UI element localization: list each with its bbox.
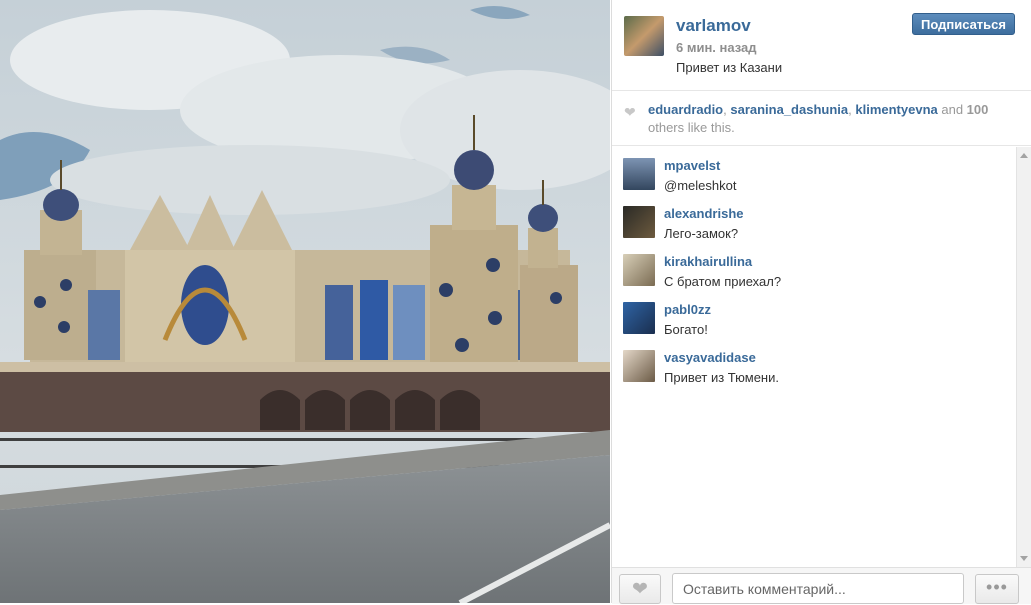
ellipsis-icon: ••• bbox=[986, 577, 1008, 597]
heart-icon: ❤ bbox=[632, 579, 648, 600]
comment-text: Привет из Тюмени. bbox=[664, 370, 779, 385]
follow-button[interactable]: Подписаться bbox=[911, 13, 1015, 35]
commenter-avatar[interactable] bbox=[623, 254, 655, 286]
scroll-down-icon[interactable] bbox=[1020, 556, 1028, 561]
like-button[interactable]: ❤ bbox=[619, 574, 661, 604]
commenter-avatar[interactable] bbox=[623, 350, 655, 382]
more-options-button[interactable]: ••• bbox=[975, 574, 1019, 604]
comment-item: kirakhairullina С братом приехал? bbox=[612, 243, 1017, 291]
scroll-up-icon[interactable] bbox=[1020, 153, 1028, 158]
likes-summary: ❤ eduardradio, saranina_dashunia, klimen… bbox=[612, 91, 1031, 146]
comment-text: Лего-замок? bbox=[664, 226, 739, 241]
post-timestamp: 6 мин. назад bbox=[676, 40, 757, 55]
author-avatar[interactable] bbox=[624, 16, 664, 56]
commenter-username[interactable]: pabl0zz bbox=[664, 302, 711, 317]
liker-link[interactable]: klimentyevna bbox=[855, 102, 937, 117]
comment-text: С братом приехал? bbox=[664, 274, 782, 289]
post-caption: Привет из Казани bbox=[676, 60, 783, 75]
commenter-avatar[interactable] bbox=[623, 158, 655, 190]
commenter-username[interactable]: vasyavadidase bbox=[664, 350, 756, 365]
comment-input[interactable] bbox=[672, 573, 964, 604]
comment-item: alexandrishe Лего-замок? bbox=[612, 195, 1017, 243]
heart-icon: ❤ bbox=[624, 104, 636, 120]
castle-photo-illustration bbox=[0, 0, 610, 603]
comment-footer: ❤ ••• bbox=[612, 567, 1031, 604]
liker-link[interactable]: eduardradio bbox=[648, 102, 723, 117]
commenter-username[interactable]: alexandrishe bbox=[664, 206, 744, 221]
post-photo bbox=[0, 0, 610, 603]
comment-item: mpavelst @meleshkot bbox=[612, 147, 1017, 195]
commenter-avatar[interactable] bbox=[623, 302, 655, 334]
comment-text: @meleshkot bbox=[664, 178, 737, 193]
commenter-username[interactable]: mpavelst bbox=[664, 158, 720, 173]
post-detail-panel: varlamov 6 мин. назад Привет из Казани П… bbox=[611, 0, 1031, 604]
comments-scrollbar[interactable] bbox=[1016, 147, 1031, 567]
comment-item: vasyavadidase Привет из Тюмени. bbox=[612, 339, 1017, 387]
likes-count[interactable]: 100 bbox=[967, 102, 989, 117]
likes-and-text: and bbox=[937, 102, 967, 117]
commenter-username[interactable]: kirakhairullina bbox=[664, 254, 752, 269]
comments-list: mpavelst @meleshkot alexandrishe Лего-за… bbox=[612, 147, 1017, 567]
likes-suffix: others like this. bbox=[648, 120, 735, 135]
comment-text: Богато! bbox=[664, 322, 708, 337]
post-header: varlamov 6 мин. назад Привет из Казани П… bbox=[612, 0, 1031, 91]
commenter-avatar[interactable] bbox=[623, 206, 655, 238]
liker-link[interactable]: saranina_dashunia bbox=[730, 102, 848, 117]
author-username[interactable]: varlamov bbox=[676, 16, 751, 36]
comment-item: pabl0zz Богато! bbox=[612, 291, 1017, 339]
